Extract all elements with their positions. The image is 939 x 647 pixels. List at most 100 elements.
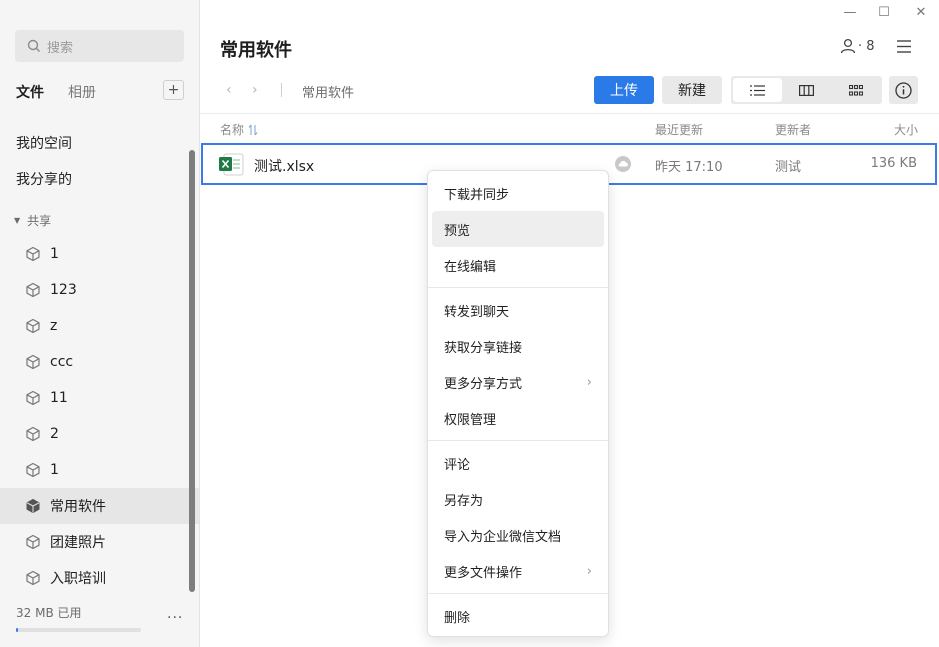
tab-album[interactable]: 相册 — [68, 82, 96, 102]
space-cube-icon — [25, 462, 41, 478]
menu-online-edit[interactable]: 在线编辑 — [432, 247, 604, 283]
menu-delete[interactable]: 删除 — [432, 598, 604, 634]
members-icon — [840, 38, 856, 54]
file-updated-time: 昨天 17:10 — [655, 160, 723, 175]
shared-item-label: 入职培训 — [50, 571, 106, 587]
cloud-icon — [615, 156, 631, 172]
close-button[interactable]: ✕ — [911, 4, 931, 20]
space-cube-icon — [25, 354, 41, 370]
shared-item-label: 123 — [50, 282, 77, 298]
shared-item[interactable]: 入职培训 — [0, 560, 199, 596]
breadcrumb[interactable]: 常用软件 — [302, 82, 354, 101]
column-header-name[interactable]: 名称 — [220, 121, 258, 138]
file-updater: 测试 — [775, 160, 802, 175]
tab-files[interactable]: 文件 — [16, 82, 44, 102]
shared-item-label: 1 — [50, 462, 59, 478]
members-button[interactable]: · 8 — [840, 38, 875, 54]
space-cube-icon — [25, 534, 41, 550]
shared-section-label: 共享 — [27, 214, 52, 228]
header-divider — [200, 113, 939, 114]
search-placeholder: 搜索 — [47, 40, 74, 56]
menu-preview[interactable]: 预览 — [432, 211, 604, 247]
shared-item[interactable]: 2 — [0, 416, 199, 452]
column-header-user[interactable]: 更新者 — [775, 121, 811, 138]
menu-comment[interactable]: 评论 — [432, 445, 604, 481]
column-header-size[interactable]: 大小 — [894, 121, 918, 138]
chevron-right-icon: › — [586, 374, 592, 390]
forward-icon[interactable]: › — [252, 82, 258, 98]
space-cube-icon — [25, 318, 41, 334]
menu-permissions[interactable]: 权限管理 — [432, 400, 604, 436]
shared-item-active[interactable]: 常用软件 — [0, 488, 199, 524]
back-icon[interactable]: ‹ — [226, 82, 232, 98]
menu-separator — [428, 440, 608, 441]
storage-used: 32 MB 已用 — [16, 606, 82, 620]
shared-list: 1 123 z ccc 11 2 1 常用软件 团建照片 入职培训 — [0, 236, 199, 596]
sidebar-scrollbar[interactable] — [189, 150, 195, 592]
menu-import-wecom-doc[interactable]: 导入为企业微信文档 — [432, 517, 604, 553]
menu-forward-chat[interactable]: 转发到聊天 — [432, 292, 604, 328]
file-size: 136 KB — [870, 156, 917, 171]
menu-download-sync[interactable]: 下载并同步 — [432, 175, 604, 211]
menu-share-link[interactable]: 获取分享链接 — [432, 328, 604, 364]
menu-more-share[interactable]: 更多分享方式 › — [432, 364, 604, 400]
space-cube-icon — [25, 246, 41, 262]
info-icon — [895, 81, 912, 99]
chevron-right-icon: › — [586, 563, 592, 579]
menu-more-file-ops-label: 更多文件操作 — [444, 565, 523, 581]
space-cube-icon — [25, 570, 41, 586]
page-title: 常用软件 — [220, 40, 292, 61]
sidebar: 搜索 文件 相册 + 我的空间 我分享的 ▼ 共享 1 123 z ccc 11… — [0, 0, 200, 647]
new-button[interactable]: 新建 — [662, 76, 722, 104]
search-input[interactable]: 搜索 — [15, 30, 184, 62]
menu-more-file-ops[interactable]: 更多文件操作 › — [432, 553, 604, 589]
nav-my-space[interactable]: 我的空间 — [16, 133, 72, 153]
space-cube-icon — [25, 282, 41, 298]
shared-item[interactable]: z — [0, 308, 199, 344]
shared-item[interactable]: 123 — [0, 272, 199, 308]
space-cube-filled-icon — [25, 498, 41, 514]
column-name-label: 名称 — [220, 123, 245, 137]
shared-item[interactable]: 11 — [0, 380, 199, 416]
shared-item-label: 1 — [50, 246, 59, 262]
shared-item[interactable]: 1 — [0, 452, 199, 488]
grid-view-icon — [848, 84, 863, 96]
hamburger-menu-icon[interactable] — [896, 40, 912, 53]
upload-button[interactable]: 上传 — [594, 76, 654, 104]
maximize-button[interactable]: ☐ — [874, 4, 894, 20]
info-button[interactable] — [889, 76, 918, 104]
menu-separator — [428, 287, 608, 288]
shared-item-label: z — [50, 318, 58, 334]
column-header-time[interactable]: 最近更新 — [655, 121, 703, 138]
shared-item-label: 2 — [50, 426, 59, 442]
space-cube-icon — [25, 426, 41, 442]
column-view-button[interactable] — [782, 78, 831, 102]
space-cube-icon — [25, 390, 41, 406]
list-view-button[interactable] — [733, 78, 782, 102]
sort-icon — [248, 124, 258, 135]
menu-more-share-label: 更多分享方式 — [444, 376, 523, 392]
shared-item-label: 11 — [50, 390, 68, 406]
file-name[interactable]: 测试.xlsx — [254, 156, 314, 176]
context-menu: 下载并同步 预览 在线编辑 转发到聊天 获取分享链接 更多分享方式 › 权限管理 … — [427, 170, 609, 637]
shared-item-label: 团建照片 — [50, 535, 106, 551]
more-button[interactable]: ··· — [167, 610, 183, 626]
shared-section-toggle[interactable]: ▼ 共享 — [14, 212, 51, 229]
minimize-button[interactable]: — — [840, 4, 860, 20]
shared-item[interactable]: 团建照片 — [0, 524, 199, 560]
view-switcher — [731, 76, 882, 104]
shared-item[interactable]: 1 — [0, 236, 199, 272]
caret-down-icon: ▼ — [14, 216, 21, 225]
excel-file-icon — [219, 153, 244, 176]
menu-save-as[interactable]: 另存为 — [432, 481, 604, 517]
shared-item-label: ccc — [50, 354, 74, 370]
shared-item[interactable]: ccc — [0, 344, 199, 380]
nav-my-shared[interactable]: 我分享的 — [16, 169, 72, 189]
menu-separator — [428, 593, 608, 594]
shared-item-label: 常用软件 — [50, 499, 106, 515]
member-count: · 8 — [858, 38, 875, 54]
list-view-icon — [750, 84, 765, 96]
breadcrumb-divider — [281, 83, 282, 97]
grid-view-button[interactable] — [831, 78, 880, 102]
add-button[interactable]: + — [163, 80, 184, 100]
